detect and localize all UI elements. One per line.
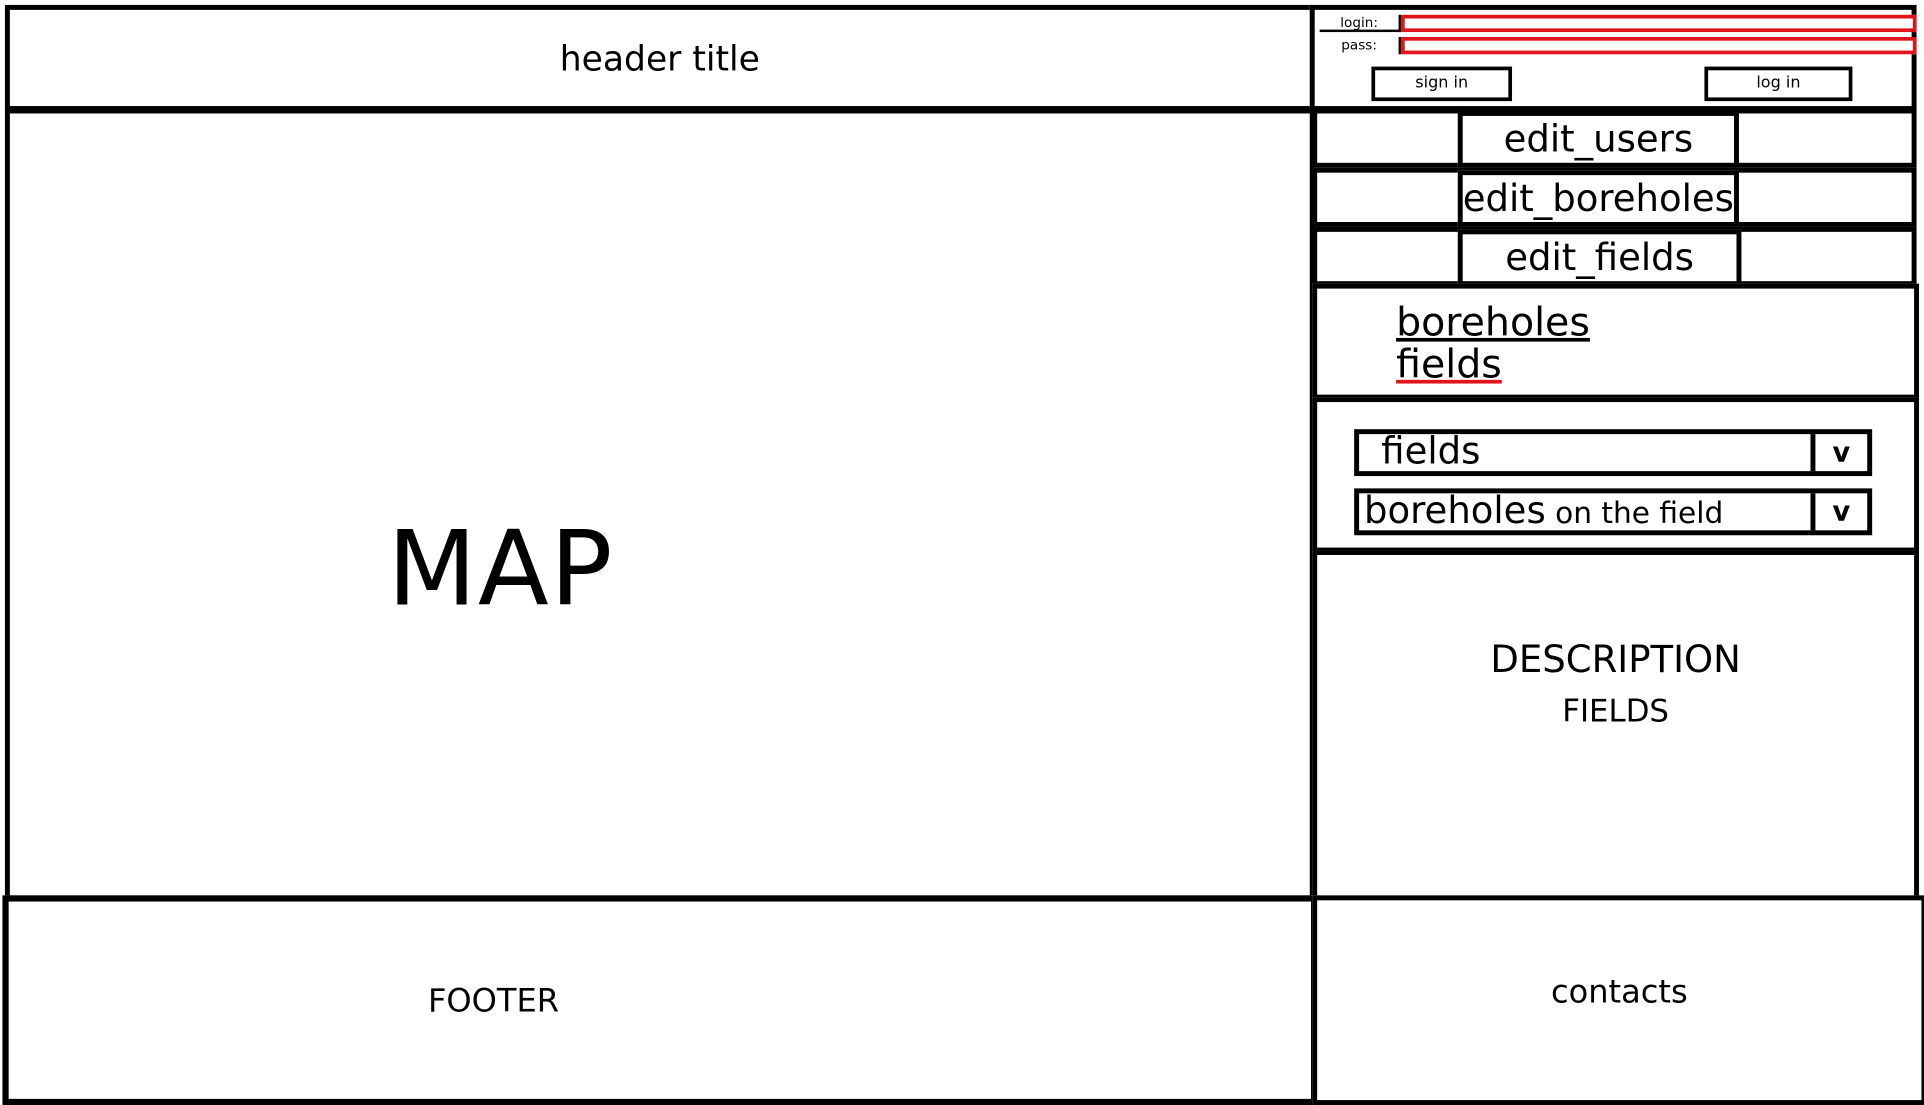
nav-row-edit-boreholes: edit_boreholes <box>1312 167 1917 227</box>
boreholes-select-main: boreholes <box>1364 489 1546 533</box>
fields-link[interactable]: fields <box>1396 340 1502 387</box>
footer-label: FOOTER <box>427 982 560 1020</box>
boreholes-link[interactable]: boreholes <box>1396 298 1590 345</box>
password-label: pass: <box>1320 36 1402 55</box>
header-title: header title <box>559 37 760 79</box>
edit-boreholes-button[interactable]: edit_boreholes <box>1457 170 1739 227</box>
boreholes-select-value: boreholes on the field <box>1364 493 1723 531</box>
login-panel: login: pass: sign in log in <box>1309 4 1917 111</box>
log-in-button[interactable]: log in <box>1704 66 1853 102</box>
contacts-panel: contacts <box>1312 895 1924 1105</box>
edit-fields-button[interactable]: edit_fields <box>1457 229 1742 287</box>
page-canvas: header title login: pass: sign in log in… <box>0 0 1924 1105</box>
description-subtitle: FIELDS <box>1562 693 1670 729</box>
chevron-down-icon[interactable]: v <box>1810 493 1867 531</box>
nav-row-edit-users: edit_users <box>1312 108 1917 168</box>
login-label: login: <box>1319 14 1402 33</box>
boreholes-select-suffix: on the field <box>1545 495 1724 531</box>
fields-select-value: fields <box>1381 430 1481 474</box>
login-input[interactable] <box>1401 14 1917 33</box>
chevron-down-icon[interactable]: v <box>1810 434 1867 472</box>
selects-panel: fields v boreholes on the field v <box>1312 397 1920 553</box>
boreholes-select[interactable]: boreholes on the field v <box>1354 488 1873 536</box>
footer: FOOTER <box>2 895 1318 1105</box>
password-input[interactable] <box>1401 36 1917 55</box>
header: header title <box>4 4 1315 111</box>
sign-in-button[interactable]: sign in <box>1371 66 1513 102</box>
contacts-label: contacts <box>1550 974 1688 1012</box>
links-panel: boreholes fields <box>1312 283 1920 400</box>
map-label: MAP <box>387 508 614 629</box>
description-title: DESCRIPTION <box>1490 638 1741 683</box>
description-panel: DESCRIPTION FIELDS <box>1312 550 1920 903</box>
map-area[interactable]: MAP <box>4 108 1315 901</box>
edit-users-button[interactable]: edit_users <box>1457 110 1739 168</box>
fields-select[interactable]: fields v <box>1354 429 1873 477</box>
nav-row-edit-fields: edit_fields <box>1312 226 1917 287</box>
